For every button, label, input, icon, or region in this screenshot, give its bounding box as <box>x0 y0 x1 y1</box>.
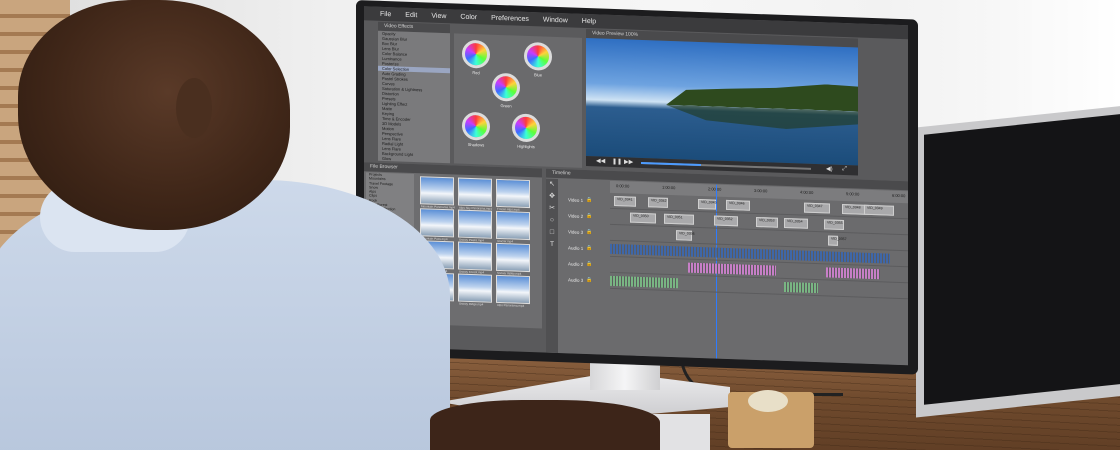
video-clip[interactable]: VID_0355 <box>824 219 844 231</box>
photo-scene: File Edit View Color Preferences Window Help V… <box>0 0 1120 450</box>
fullscreen-icon[interactable]: ⤢ <box>842 166 847 173</box>
video-preview <box>586 38 858 166</box>
menu-item[interactable]: View <box>431 12 446 20</box>
ruler-tick: 0:00:00 <box>616 183 630 189</box>
video-clip[interactable]: VID_0346 <box>726 199 750 211</box>
menu-item[interactable]: Color <box>460 13 477 21</box>
text-tool-icon[interactable]: T <box>546 239 558 251</box>
color-wheel-label: Blue <box>533 72 542 78</box>
color-wheel-label: Shadows <box>467 141 485 148</box>
video-clip[interactable]: VID_0350 <box>630 212 656 224</box>
lock-icon[interactable]: 🔒 <box>586 277 592 283</box>
video-clip[interactable]: VID_0342 <box>648 197 668 208</box>
video-thumbnail[interactable]: Snowy Valley.mp4 <box>496 242 530 276</box>
video-clip[interactable]: VID_0356 <box>676 230 695 241</box>
lock-icon[interactable]: 🔒 <box>586 197 592 203</box>
ruler-tick: 4:00:00 <box>800 189 814 195</box>
audio-waveform[interactable] <box>826 267 880 280</box>
color-wheel-label: Green <box>500 103 512 109</box>
color-wheel[interactable] <box>492 72 520 102</box>
zoom-tool-icon[interactable]: ○ <box>546 215 558 227</box>
track-header[interactable]: Audio 1 <box>560 241 608 256</box>
ruler-tick: 3:00:00 <box>754 187 768 194</box>
track-header[interactable]: Video 3 <box>560 225 608 240</box>
person-head <box>18 0 290 230</box>
color-wheels-panel: Red Blue Green Shadows Highlights <box>454 33 582 168</box>
ruler-tick: 2:00:00 <box>708 186 722 192</box>
person-ear <box>176 78 212 138</box>
effects-list[interactable]: Opacity Gaussian Blur Box Blur Lens Blur Col… <box>378 30 450 164</box>
video-clip[interactable]: VID_0347 <box>804 202 830 214</box>
video-clip[interactable]: VID_0357 <box>828 235 847 246</box>
menu-item[interactable]: Edit <box>405 11 417 18</box>
video-clip[interactable]: VID_0353 <box>756 216 778 228</box>
lock-icon[interactable]: 🔒 <box>586 213 592 219</box>
razor-tool-icon[interactable]: ✂ <box>546 203 558 215</box>
scrub-progress <box>641 161 701 167</box>
menu-item[interactable]: Help <box>582 17 596 25</box>
color-wheel[interactable] <box>524 41 552 71</box>
track-header[interactable]: Audio 2 <box>560 257 608 272</box>
video-thumbnail[interactable]: Alps Sky Panorama.mp4 <box>458 177 492 211</box>
color-wheel[interactable] <box>462 111 490 141</box>
video-thumbnail[interactable]: Snowy Forest.mp4 <box>458 241 492 274</box>
track-header[interactable]: Audio 3 <box>560 273 608 288</box>
video-thumbnail[interactable]: Glacier.mp4 <box>496 210 530 243</box>
video-clip[interactable]: VID_0349 <box>864 204 894 216</box>
ruler-tick: 5:00:00 <box>846 191 860 197</box>
second-monitor <box>916 104 1120 418</box>
track-header[interactable]: Video 1 <box>560 193 608 208</box>
ruler-tick: 6:00:00 <box>892 192 906 199</box>
track-header[interactable]: Video 2 <box>560 209 608 224</box>
menu-item[interactable]: Window <box>543 16 568 24</box>
pause-icon[interactable]: ❚❚ <box>612 158 622 165</box>
video-clip[interactable]: VID_0351 <box>664 213 694 225</box>
thumbnail-caption: Alps Panorama.mp4 <box>497 302 525 308</box>
audio-waveform[interactable] <box>610 275 678 289</box>
video-thumbnail[interactable]: Snowy Ridge.mp4 <box>458 273 492 306</box>
forward-icon[interactable]: ▶▶ <box>624 158 633 165</box>
video-thumbnail[interactable]: Mountain Panorama.mp4 <box>420 176 455 209</box>
shape-tool-icon[interactable]: □ <box>546 227 558 239</box>
lock-icon[interactable]: 🔒 <box>586 245 592 251</box>
volume-icon[interactable]: ◀) <box>826 165 833 172</box>
tool-palette: ↖ ✥ ✂ ○ □ T <box>546 178 558 354</box>
lock-icon[interactable]: 🔒 <box>586 261 592 267</box>
menu-item[interactable]: Preferences <box>491 14 529 22</box>
color-wheel-label: Red <box>472 70 480 76</box>
tape-roll <box>748 390 788 412</box>
video-clip[interactable]: VID_0345 <box>698 198 717 210</box>
move-tool-icon[interactable]: ✥ <box>546 191 558 203</box>
color-wheel[interactable] <box>462 39 490 69</box>
color-wheel-label: Highlights <box>517 143 535 150</box>
audio-waveform[interactable] <box>784 281 818 294</box>
video-thumbnail[interactable]: Mountain Pass.mp4 <box>420 208 454 241</box>
rewind-icon[interactable]: ◀◀ <box>596 157 605 164</box>
video-thumbnail[interactable]: Frozen Alps.mp4 <box>496 178 530 212</box>
person-hand <box>430 400 660 450</box>
video-thumbnail[interactable]: Snowy Peaks.mp4 <box>458 209 492 242</box>
audio-waveform[interactable] <box>688 262 776 276</box>
pointer-tool-icon[interactable]: ↖ <box>546 179 558 191</box>
video-clip[interactable]: VID_0354 <box>784 217 808 229</box>
video-thumbnail[interactable]: Alps Panorama.mp4 <box>496 274 530 308</box>
menu-item[interactable]: File <box>380 10 391 17</box>
ruler-tick: 1:00:00 <box>662 184 676 191</box>
color-wheel[interactable] <box>512 113 540 143</box>
video-clip[interactable]: VID_0352 <box>714 215 738 227</box>
lock-icon[interactable]: 🔒 <box>586 229 592 235</box>
second-monitor-screen <box>924 112 1120 405</box>
video-clip[interactable]: VID_0341 <box>614 196 636 207</box>
thumbnail-caption: Snowy Ridge.mp4 <box>459 301 484 307</box>
timeline-panel: Timeline ↖ ✥ ✂ ○ □ T 0:00:00 1:00:00 2:00:… <box>546 168 908 366</box>
